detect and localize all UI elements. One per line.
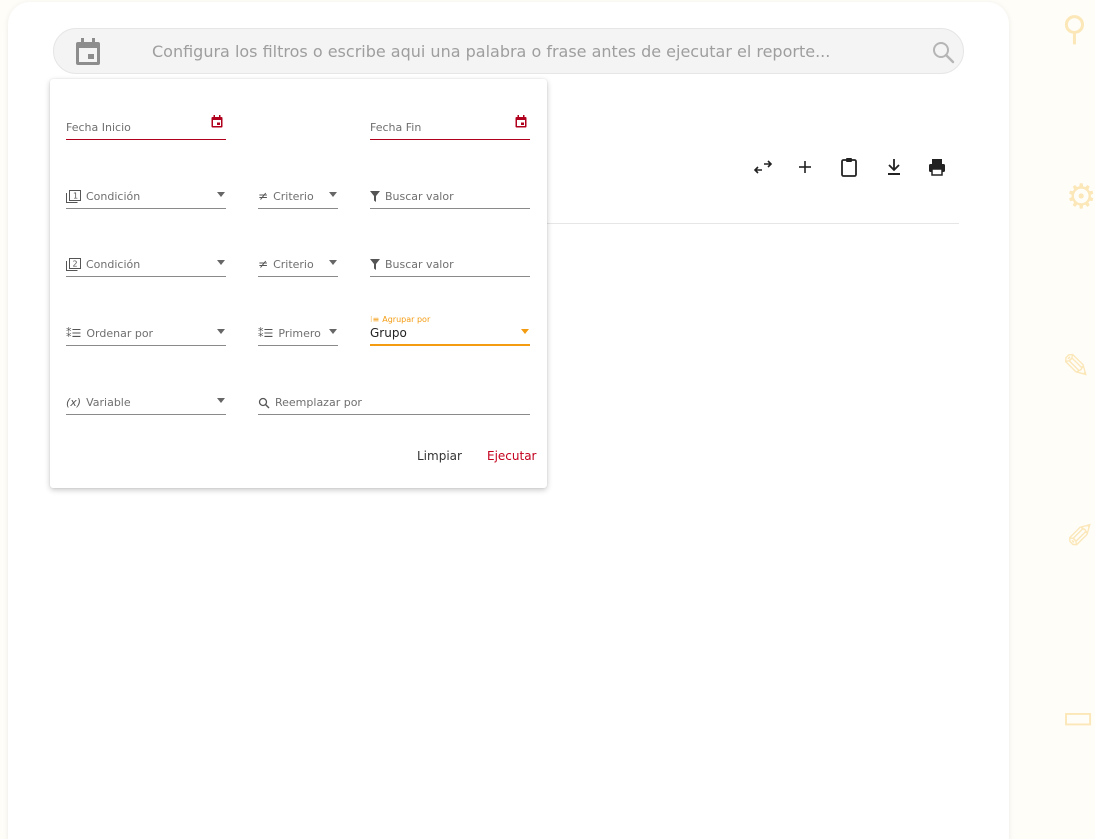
order-by-label: Ordenar por bbox=[86, 327, 154, 340]
first-select[interactable]: ⁑☰ Primero bbox=[258, 318, 338, 346]
background-doodle: ▭ bbox=[1062, 697, 1095, 737]
calendar-icon[interactable] bbox=[74, 37, 102, 67]
chevron-down-icon[interactable] bbox=[329, 329, 337, 334]
end-date-label: Fecha Fin bbox=[370, 121, 422, 134]
replace-label: Reemplazar por bbox=[275, 396, 362, 409]
background-doodle: ⚲ bbox=[1062, 9, 1087, 49]
order-by-select[interactable]: ⁑☰ Ordenar por bbox=[66, 318, 226, 346]
replace-input[interactable]: Reemplazar por bbox=[258, 387, 530, 415]
start-date-field[interactable]: Fecha Inicio bbox=[66, 112, 226, 140]
svg-text:1: 1 bbox=[73, 192, 78, 201]
group-by-value: Grupo bbox=[370, 326, 407, 340]
criteria-2-label: Criterio bbox=[273, 257, 314, 271]
filter-icon bbox=[370, 259, 380, 270]
print-icon[interactable] bbox=[926, 156, 948, 178]
not-equal-icon: ≠ bbox=[258, 189, 269, 203]
download-icon[interactable] bbox=[883, 156, 905, 178]
execute-button[interactable]: Ejecutar bbox=[487, 449, 537, 463]
calendar-icon[interactable] bbox=[211, 115, 223, 128]
group-by-label: Agrupar por bbox=[382, 315, 431, 324]
search-input[interactable]: Configura los filtros o escribe aqui una… bbox=[152, 42, 830, 61]
swap-icon[interactable] bbox=[752, 156, 774, 178]
end-date-field[interactable]: Fecha Fin bbox=[370, 112, 530, 140]
clear-button[interactable]: Limpiar bbox=[417, 449, 462, 463]
chevron-down-icon[interactable] bbox=[217, 260, 225, 265]
not-equal-icon: ≠ bbox=[258, 257, 269, 271]
criteria-1-select[interactable]: ≠ Criterio bbox=[258, 181, 338, 209]
start-date-label: Fecha Inicio bbox=[66, 121, 131, 134]
group-list-icon: ⁝≡ bbox=[370, 315, 380, 324]
variable-label: Variable bbox=[86, 396, 131, 409]
find-replace-icon bbox=[258, 397, 270, 409]
criteria-1-label: Criterio bbox=[273, 189, 314, 203]
clipboard-icon[interactable] bbox=[838, 156, 860, 178]
variable-icon: (x) bbox=[66, 396, 82, 409]
chevron-down-icon[interactable] bbox=[217, 329, 225, 334]
add-icon[interactable] bbox=[794, 156, 816, 178]
search-value-1-input[interactable]: Buscar valor bbox=[370, 181, 530, 209]
search-value-1-label: Buscar valor bbox=[385, 190, 454, 203]
calendar-icon[interactable] bbox=[515, 115, 527, 128]
chevron-down-icon[interactable] bbox=[217, 192, 225, 197]
filter-two-icon: 2 bbox=[66, 258, 81, 271]
sort-icon: ⁑☰ bbox=[66, 327, 82, 340]
chevron-down-icon[interactable] bbox=[217, 398, 225, 403]
search-value-2-input[interactable]: Buscar valor bbox=[370, 249, 530, 277]
first-label: Primero bbox=[278, 327, 321, 340]
search-icon[interactable] bbox=[931, 40, 955, 64]
group-by-select[interactable]: ⁝≡ Agrupar por Grupo bbox=[370, 315, 530, 346]
chevron-down-icon[interactable] bbox=[329, 192, 337, 197]
condition-1-label: Condición bbox=[86, 190, 141, 203]
background-doodle: ✐ bbox=[1066, 517, 1095, 557]
svg-text:2: 2 bbox=[73, 260, 78, 269]
background-doodle: ⚙ bbox=[1066, 177, 1095, 217]
filter-one-icon: 1 bbox=[66, 190, 81, 203]
condition-2-select[interactable]: 2 Condición bbox=[66, 249, 226, 277]
background-doodle: ✎ bbox=[1062, 347, 1091, 387]
chevron-down-icon[interactable] bbox=[521, 329, 529, 334]
condition-2-label: Condición bbox=[86, 258, 141, 271]
criteria-2-select[interactable]: ≠ Criterio bbox=[258, 249, 338, 277]
condition-1-select[interactable]: 1 Condición bbox=[66, 181, 226, 209]
filter-icon bbox=[370, 191, 380, 202]
search-value-2-label: Buscar valor bbox=[385, 258, 454, 271]
chevron-down-icon[interactable] bbox=[329, 260, 337, 265]
filter-panel: Fecha Inicio Fecha Fin 1 Condición ≠ Crit… bbox=[50, 79, 547, 488]
sort-icon: ⁑☰ bbox=[258, 327, 274, 340]
variable-select[interactable]: (x) Variable bbox=[66, 387, 226, 415]
toolbar-divider bbox=[546, 223, 959, 224]
search-bar[interactable]: Configura los filtros o escribe aqui una… bbox=[53, 28, 964, 74]
